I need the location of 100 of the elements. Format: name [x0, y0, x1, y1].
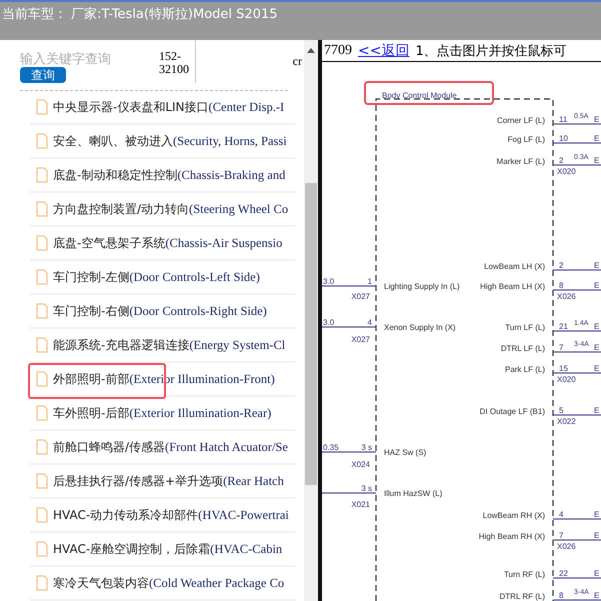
- wire-line: [552, 518, 601, 520]
- item-english-title: (Cold Weather Package Co: [149, 576, 284, 590]
- wire-end-label: E: [594, 281, 600, 290]
- pin-label: DI Outage LF (B1): [480, 407, 545, 416]
- pin-number: 2: [559, 261, 564, 270]
- document-icon: [36, 541, 48, 557]
- item-english-title: (Chassis-Braking and: [177, 168, 286, 182]
- connector-label: X021: [351, 500, 370, 509]
- document-list-item[interactable]: 安全、喇叭、被动进入(Security, Horns, Passi: [30, 125, 296, 159]
- pin-label: Turn RF (L): [504, 570, 545, 579]
- pin-label: LowBeam RH (X): [482, 511, 545, 520]
- document-icon: [36, 507, 48, 523]
- document-icon: [36, 133, 48, 149]
- document-list-item[interactable]: 后悬挂执行器/传感器+举升选项(Rear Hatch: [30, 465, 296, 499]
- document-list-item[interactable]: 前舱口蜂鸣器/传感器(Front Hatch Acuator/Se: [30, 431, 296, 465]
- pin-label: HAZ Sw (S): [384, 448, 426, 457]
- connector-label: X020: [557, 375, 576, 384]
- pin-label: DTRL RF (L): [500, 592, 545, 601]
- scrollbar[interactable]: [304, 40, 318, 601]
- connector-label: X027: [351, 335, 370, 344]
- document-icon: [36, 371, 48, 387]
- item-title: 中央显示器-仪表盘和LIN接口: [53, 98, 209, 116]
- wire-end-label: E: [594, 364, 600, 373]
- item-english-title: (Door Controls-Left Side): [129, 270, 260, 284]
- pin-number: 7: [559, 343, 564, 352]
- pin-number: 2: [559, 156, 564, 165]
- document-icon: [36, 303, 48, 319]
- pin-label: Park LF (L): [504, 365, 545, 374]
- document-icon: [36, 269, 48, 285]
- wire-line: [552, 164, 601, 166]
- document-list-item[interactable]: 底盘-空气悬架子系统(Chassis-Air Suspensio: [30, 227, 296, 261]
- document-list-item[interactable]: 车外照明-后部(Exterior Illumination-Rear): [30, 397, 296, 431]
- pin-label: High Beam RH (X): [478, 532, 545, 541]
- document-list-item[interactable]: 底盘-制动和稳定性控制(Chassis-Braking and: [30, 159, 296, 193]
- pin-label: Lighting Supply In (L): [384, 282, 460, 291]
- connector-label: X022: [557, 417, 576, 426]
- item-english-title: (Center Disp.-I: [208, 100, 284, 114]
- pin-number: 5: [559, 406, 564, 415]
- document-icon: [36, 99, 48, 115]
- pin-number: 8: [559, 591, 564, 600]
- item-title: 车外照明-后部: [53, 404, 130, 422]
- search-button[interactable]: 查询: [20, 67, 66, 83]
- document-icon: [36, 405, 48, 421]
- item-title: 安全、喇叭、被动进入: [53, 132, 173, 150]
- wire-end-label: E: [594, 569, 600, 578]
- wire-gauge: 0.35: [323, 443, 339, 452]
- wire-end-label: E: [594, 115, 600, 124]
- document-icon: [36, 473, 48, 489]
- item-english-title: (Exterior Illumination-Rear): [129, 406, 272, 420]
- item-english-title: (Security, Horns, Passi: [173, 134, 287, 148]
- document-list-item[interactable]: HVAC-座舱空调控制，后除霜(HVAC-Cabin: [30, 533, 296, 567]
- wire-end-label: E: [594, 531, 600, 540]
- wire-end-label: E: [594, 406, 600, 415]
- pin-number: 3 s: [361, 443, 372, 452]
- pin-number: 10: [559, 134, 568, 143]
- item-english-title: (Energy System-Cl: [189, 338, 286, 352]
- pin-label: Marker LF (L): [496, 157, 545, 166]
- wire-line: [322, 492, 376, 494]
- wire-end-label: E: [594, 134, 600, 143]
- pin-number: 3 s: [361, 484, 372, 493]
- wire-end-label: E: [594, 156, 600, 165]
- wire-line: [552, 330, 601, 332]
- document-list-item[interactable]: 车门控制-右侧(Door Controls-Right Side): [30, 295, 296, 329]
- item-title: 能源系统-充电器逻辑连接: [53, 336, 190, 354]
- item-title: 方向盘控制装置/动力转向: [53, 200, 190, 218]
- pin-label: DTRL LF (L): [500, 344, 545, 353]
- connector-label: X027: [351, 292, 370, 301]
- item-title: 外部照明-前部: [53, 370, 130, 388]
- pin-label: Xenon Supply In (X): [384, 323, 456, 332]
- connector-label: X020: [557, 167, 576, 176]
- document-list-item[interactable]: HVAC-动力传动系冷却部件(HVAC-Powertrai: [30, 499, 296, 533]
- item-title: 寒冷天气包装内容: [53, 574, 149, 592]
- item-title: 前舱口蜂鸣器/传感器: [53, 438, 166, 456]
- item-english-title: (HVAC-Powertrai: [198, 508, 289, 522]
- item-title: HVAC-动力传动系冷却部件: [53, 506, 198, 524]
- wire-line: [552, 142, 601, 144]
- document-list-item[interactable]: 中央显示器-仪表盘和LIN接口(Center Disp.-I: [30, 91, 296, 125]
- wire-end-label: E: [594, 343, 600, 352]
- wire-end-label: E: [594, 261, 600, 270]
- pin-label: LowBeam LH (X): [484, 262, 545, 271]
- wire-end-label: E: [594, 591, 600, 600]
- pin-number: 7: [559, 531, 564, 540]
- pin-number: 8: [559, 281, 564, 290]
- wire-line: [552, 414, 601, 416]
- document-list-item[interactable]: 车门控制-左侧(Door Controls-Left Side): [30, 261, 296, 295]
- item-english-title: (Chassis-Air Suspensio: [165, 236, 282, 250]
- wire-gauge: 3.0: [323, 318, 334, 327]
- back-link[interactable]: <<返回: [358, 42, 410, 60]
- document-list-item[interactable]: 能源系统-充电器逻辑连接(Energy System-Cl: [30, 329, 296, 363]
- pin-label: Fog LF (L): [508, 135, 545, 144]
- document-icon: [36, 337, 48, 353]
- document-list-item[interactable]: 寒冷天气包装内容(Cold Weather Package Co: [30, 567, 296, 601]
- scroll-up-icon[interactable]: [307, 48, 315, 53]
- item-title: 车门控制-右侧: [53, 302, 130, 320]
- pin-label: Corner LF (L): [496, 116, 545, 125]
- scroll-thumb[interactable]: [305, 183, 317, 485]
- document-list-item[interactable]: 方向盘控制装置/动力转向(Steering Wheel Co: [30, 193, 296, 227]
- document-icon: [36, 439, 48, 455]
- wire-end-label: E: [594, 510, 600, 519]
- wire-line: [322, 326, 376, 328]
